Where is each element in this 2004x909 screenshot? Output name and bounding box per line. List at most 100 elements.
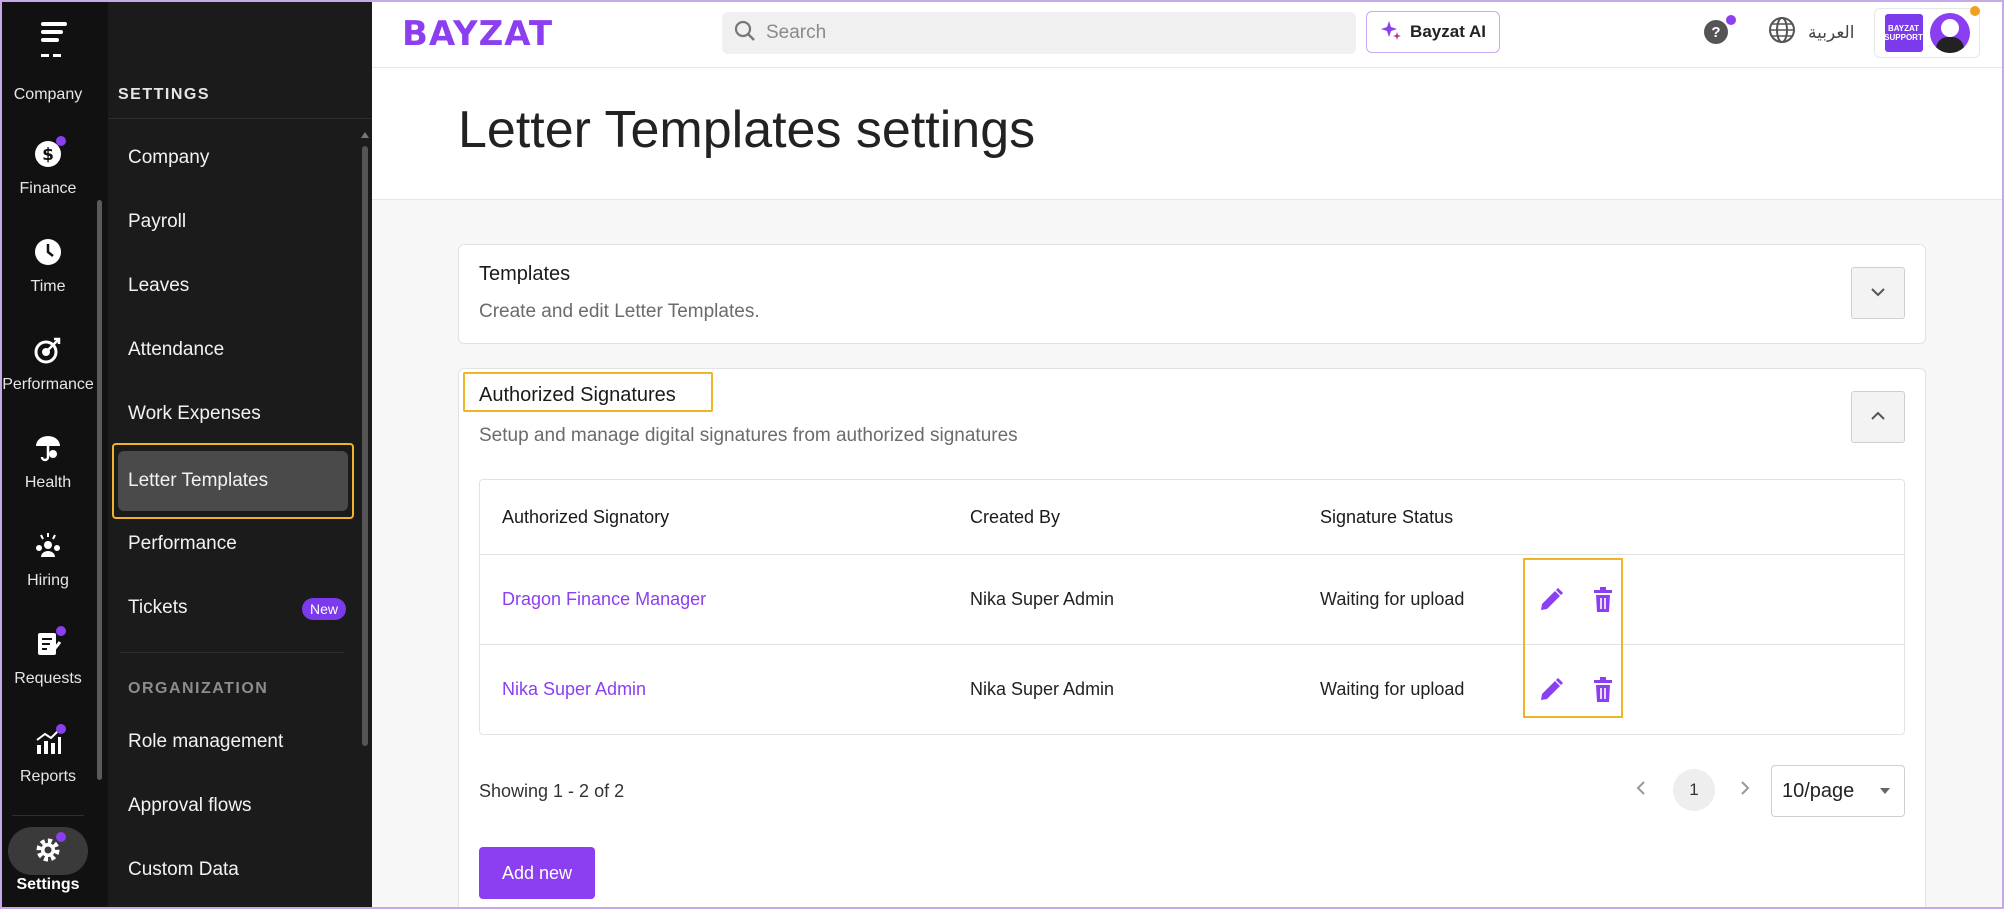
- trash-icon[interactable]: [1586, 583, 1620, 617]
- notification-dot: [56, 832, 66, 842]
- card-description: Create and edit Letter Templates.: [479, 301, 760, 322]
- rail-item-time[interactable]: Time: [0, 232, 96, 296]
- pagination-row: Showing 1 - 2 of 2 1 10/page: [479, 765, 1905, 817]
- account-switcher[interactable]: BAYZAT SUPPORT: [1874, 8, 1980, 58]
- caret-down-icon: [1880, 788, 1890, 794]
- signatures-table: Authorized Signatory Created By Signatur…: [479, 479, 1905, 735]
- chevron-down-icon: [1870, 284, 1886, 302]
- sidebar-item-approval-flows[interactable]: Approval flows: [118, 774, 348, 838]
- expand-toggle-button[interactable]: [1851, 267, 1905, 319]
- sidebar-item-tickets[interactable]: Tickets New: [118, 576, 348, 640]
- sidebar-item-role-management[interactable]: Role management: [118, 710, 348, 774]
- trash-icon[interactable]: [1586, 673, 1620, 707]
- globe-icon: [1768, 16, 1796, 49]
- rail-item-label: Finance: [19, 180, 77, 197]
- rail-item-requests[interactable]: Requests: [0, 624, 96, 688]
- search-input[interactable]: Search: [722, 12, 1356, 54]
- rail-item-finance[interactable]: $ Finance: [0, 134, 96, 198]
- dollar-icon: $: [28, 134, 68, 174]
- sidebar-item-payroll[interactable]: Payroll: [118, 190, 348, 254]
- chart-icon: [28, 722, 68, 762]
- rail-item-reports[interactable]: Reports: [0, 722, 96, 786]
- sidebar-item-letter-templates[interactable]: Letter Templates: [118, 451, 348, 511]
- sidebar-heading: SETTINGS: [118, 86, 211, 103]
- edit-icon[interactable]: [1534, 583, 1568, 617]
- sidebar-divider: [120, 652, 344, 653]
- signatory-link[interactable]: Dragon Finance Manager: [502, 589, 706, 610]
- sidebar-divider: [108, 118, 372, 119]
- rail-item-label: Reports: [19, 768, 77, 785]
- bayzat-ai-label: Bayzat AI: [1410, 22, 1486, 41]
- sidebar-item-company[interactable]: Company: [118, 126, 348, 190]
- page-size-value: 10/page: [1782, 779, 1855, 802]
- add-new-button[interactable]: Add new: [479, 847, 595, 899]
- collapse-toggle-button[interactable]: [1851, 391, 1905, 443]
- sidebar-item-leaves[interactable]: Leaves: [118, 254, 348, 318]
- top-bar: BAYZAT Search Bayzat AI ? العربية BAYZAT…: [372, 0, 2004, 68]
- sparkle-icon: [1380, 19, 1402, 46]
- rail-item-label: Company: [13, 86, 83, 103]
- search-placeholder: Search: [766, 22, 827, 43]
- rail-item-label: Time: [30, 278, 66, 295]
- page-size-select[interactable]: 10/page: [1771, 765, 1905, 817]
- rail-item-label: Health: [24, 474, 72, 491]
- search-icon: [734, 20, 756, 47]
- rail-item-performance[interactable]: Performance: [0, 330, 96, 394]
- language-label: العربية: [1808, 22, 1855, 42]
- rail-scrollbar[interactable]: [97, 70, 103, 900]
- rail-item-company[interactable]: Company: [0, 60, 96, 104]
- chevron-up-icon: [1870, 408, 1886, 426]
- rail-item-settings[interactable]: Settings: [0, 830, 96, 894]
- notification-dot: [56, 626, 66, 636]
- sidebar-item-custom-data[interactable]: Custom Data: [118, 838, 348, 902]
- gear-icon: [28, 830, 68, 870]
- svg-text:$: $: [42, 145, 54, 165]
- settings-sidebar: SETTINGS Company Payroll Leaves Attendan…: [108, 0, 372, 909]
- rail-divider: [12, 815, 84, 816]
- edit-icon[interactable]: [1534, 673, 1568, 707]
- signature-status-cell: Waiting for upload: [1320, 589, 1465, 609]
- signature-status-cell: Waiting for upload: [1320, 679, 1465, 699]
- sidebar-item-work-expenses[interactable]: Work Expenses: [118, 382, 348, 446]
- company-logo: BAYZAT SUPPORT: [1884, 14, 1923, 52]
- rail-item-hiring[interactable]: Hiring: [0, 526, 96, 590]
- table-row: Nika Super Admin Nika Super Admin Waitin…: [480, 644, 1904, 734]
- rail-item-health[interactable]: Health: [0, 428, 96, 492]
- signatory-link[interactable]: Nika Super Admin: [502, 679, 646, 700]
- bayzat-logo[interactable]: BAYZAT: [402, 14, 553, 54]
- icon-rail: Company $ Finance Time Performance Healt…: [0, 0, 108, 909]
- templates-card: Templates Create and edit Letter Templat…: [458, 244, 1926, 344]
- rail-item-label: Hiring: [27, 572, 69, 589]
- language-switcher[interactable]: العربية: [1768, 16, 1854, 49]
- umbrella-heart-icon: [28, 428, 68, 468]
- card-description: Setup and manage digital signatures from…: [479, 425, 1018, 446]
- sidebar-item-performance[interactable]: Performance: [118, 512, 348, 576]
- table-row: Dragon Finance Manager Nika Super Admin …: [480, 554, 1904, 644]
- chevron-right-icon[interactable]: [1739, 779, 1751, 803]
- status-dot: [1970, 6, 1980, 16]
- created-by-cell: Nika Super Admin: [970, 679, 1115, 699]
- page-number-button[interactable]: 1: [1673, 769, 1715, 811]
- rail-item-label: Settings: [16, 876, 80, 893]
- new-badge: New: [301, 598, 346, 620]
- help-icon[interactable]: ?: [1704, 20, 1728, 44]
- target-icon: [28, 330, 68, 370]
- notification-dot: [56, 724, 66, 734]
- menu-icon[interactable]: [0, 14, 108, 64]
- sidebar-item-attendance[interactable]: Attendance: [118, 318, 348, 382]
- showing-count: Showing 1 - 2 of 2: [479, 781, 625, 801]
- clock-icon: [28, 232, 68, 272]
- chevron-left-icon[interactable]: [1635, 779, 1647, 803]
- page-title: Letter Templates settings: [458, 101, 1036, 159]
- people-icon: [28, 526, 68, 566]
- table-header-row: Authorized Signatory Created By Signatur…: [480, 480, 1904, 554]
- notification-dot: [56, 136, 66, 146]
- rail-item-label: Performance: [2, 376, 94, 393]
- column-header: Created By: [970, 506, 1061, 527]
- column-header: Authorized Signatory: [502, 506, 670, 527]
- created-by-cell: Nika Super Admin: [970, 589, 1115, 609]
- column-header: Signature Status: [1320, 506, 1454, 527]
- clipboard-icon: [28, 624, 68, 664]
- sidebar-scrollbar[interactable]: [361, 132, 369, 902]
- bayzat-ai-button[interactable]: Bayzat AI: [1366, 11, 1500, 53]
